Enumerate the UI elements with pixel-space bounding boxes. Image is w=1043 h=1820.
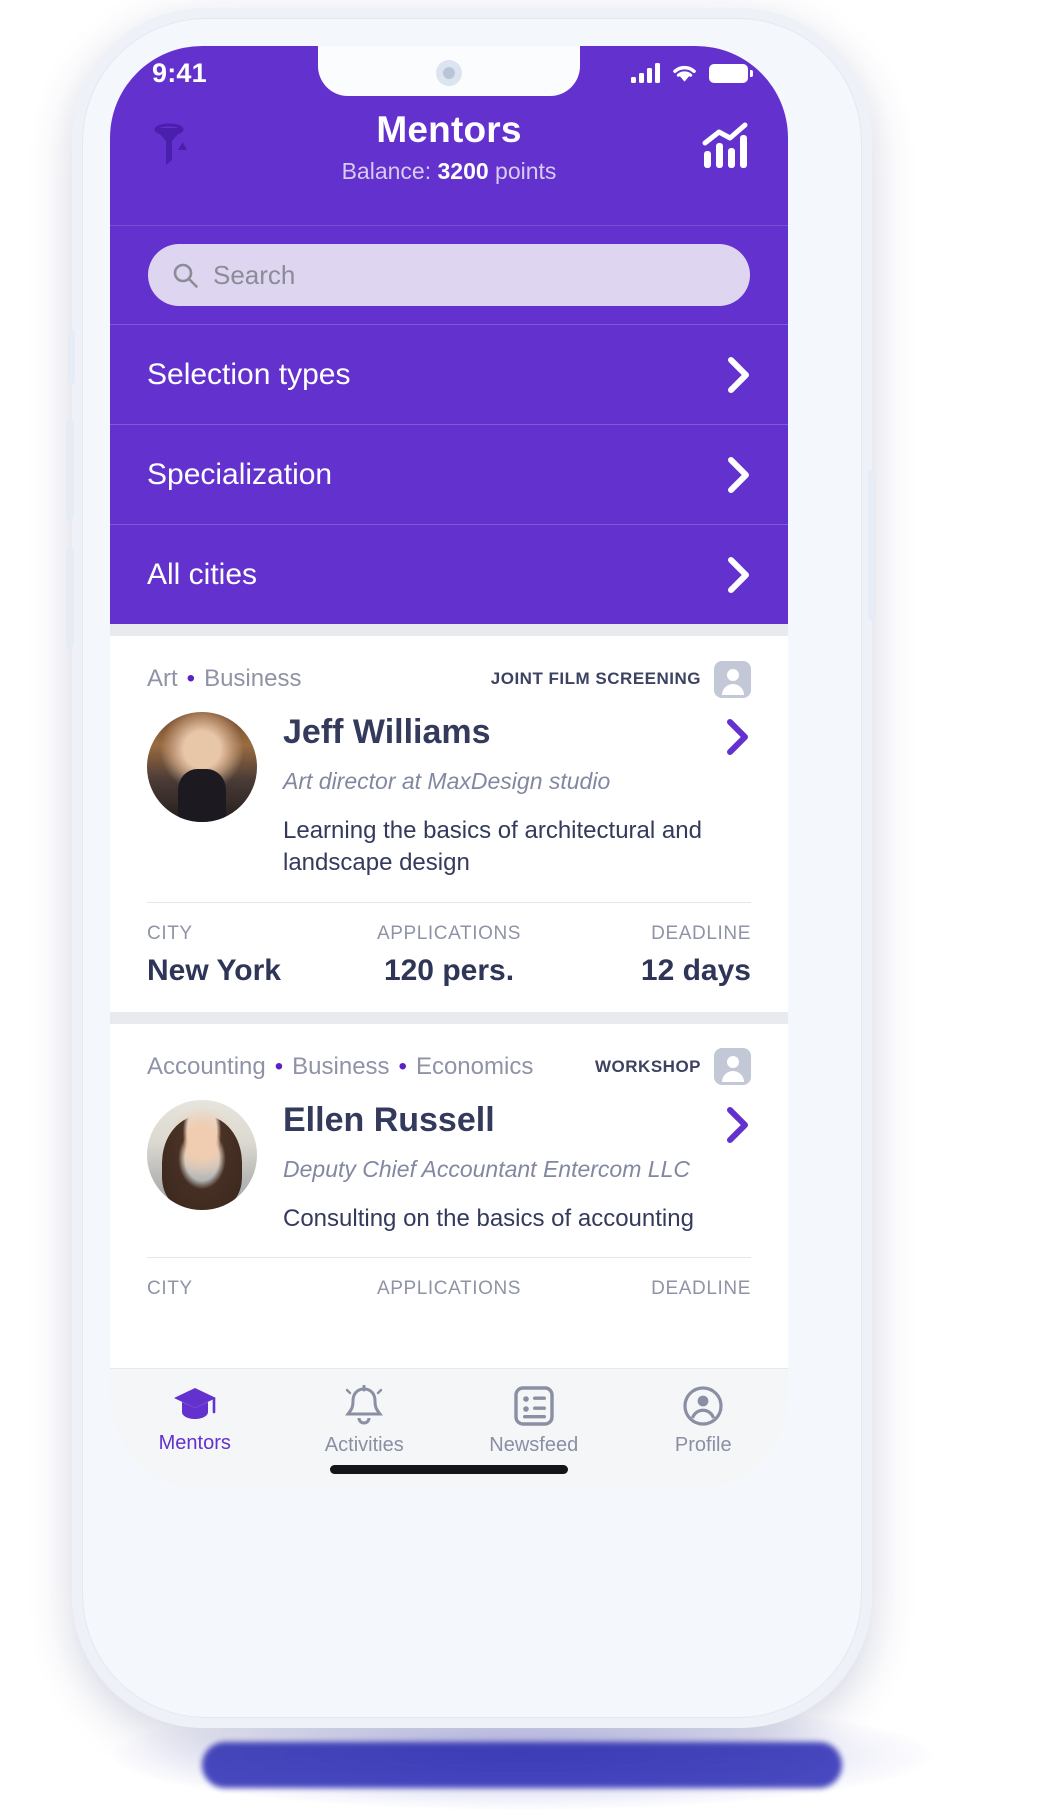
filter-row-all-cities[interactable]: All cities [110,524,788,624]
stat-label: APPLICATIONS [376,922,522,944]
tab-label: Activities [324,1434,404,1456]
filter-label: All cities [147,557,258,591]
mentor-card-2[interactable]: Accounting • Business • Economics WORKSH… [110,1023,788,1324]
stat-deadline: DEADLINE 12 days [550,923,751,988]
chevron-right-icon[interactable] [725,1106,751,1144]
stat-value: New York [147,953,281,987]
device-shadow-bar [201,1742,842,1788]
tab-profile[interactable]: Profile [628,1385,778,1457]
stat-deadline: DEADLINE [550,1278,751,1300]
stat-city: CITY [147,1278,348,1300]
balance-suffix: points [488,157,557,184]
status-bar-clock: 9:41 [152,57,207,88]
filter-list: Selection types Specialization All citie… [110,324,788,1324]
search-placeholder: Search [213,259,296,290]
mentor-card-1[interactable]: Art • Business JOINT FILM SCREENING Jeff… [110,636,788,1012]
balance-text: Balance: 3200 points [200,154,698,189]
mute-switch[interactable] [68,330,75,384]
screenshot-stage: 9:41 Mentors Balance: 3200 points Search… [0,0,1043,1820]
stat-label: DEADLINE [651,1277,751,1299]
stat-city: CITY New York [147,923,348,988]
battery-icon [709,64,753,83]
stat-label: APPLICATIONS [376,1277,522,1299]
mentor-name: Jeff Williams [283,713,491,751]
tag-separator-dot: • [186,665,196,692]
tag: Business [292,1052,390,1080]
card-tags: Accounting • Business • Economics [147,1053,533,1081]
card-divider-band [110,1011,788,1024]
chevron-right-icon[interactable] [725,718,751,756]
filter-label: Selection types [147,357,351,391]
wifi-icon [673,66,696,82]
stat-value: 12 days [640,953,751,987]
tag-separator-dot: • [398,1052,407,1080]
card-tags: Art • Business [147,665,301,693]
balance-prefix: Balance: [341,157,438,184]
tag-separator-dot: • [274,1052,284,1080]
stat-label: CITY [147,922,193,944]
phone-screen: 9:41 Mentors Balance: 3200 points Search… [110,46,788,1490]
list-icon [514,1386,554,1426]
filter-row-specialization[interactable]: Specialization [110,424,788,524]
tab-label: Newsfeed [489,1434,579,1456]
graduation-cap-icon [173,1388,216,1419]
volume-down-button[interactable] [66,548,74,648]
status-badge: JOINT FILM SCREENING [490,669,701,688]
search-input[interactable]: Search [148,244,750,306]
filter-label: Specialization [147,457,333,491]
volume-up-button[interactable] [66,420,74,520]
bell-icon [345,1385,384,1425]
stat-value: 120 pers. [383,953,515,987]
mentor-avatar [147,712,257,822]
tab-activities[interactable]: Activities [289,1385,439,1457]
mentor-name: Ellen Russell [283,1100,495,1139]
chart-icon[interactable] [698,118,754,174]
stat-applications: APPLICATIONS 120 pers. [348,923,549,988]
filter-icon[interactable] [144,118,200,174]
tab-label: Profile [674,1434,732,1456]
section-divider [110,624,788,636]
tab-label: Mentors [158,1432,231,1454]
stat-applications: APPLICATIONS [348,1278,549,1300]
user-circle-icon [683,1386,723,1426]
front-camera-icon [436,60,462,86]
card-stats: CITY New York APPLICATIONS 120 pers. DEA… [147,903,751,1012]
mentor-role: Art director at MaxDesign studio [283,768,611,794]
home-indicator[interactable] [330,1465,568,1474]
tab-newsfeed[interactable]: Newsfeed [459,1385,609,1457]
mentor-role: Deputy Chief Accountant Entercom LLC [283,1155,690,1182]
tag: Accounting [147,1052,266,1080]
stat-label: CITY [147,1277,193,1299]
power-button[interactable] [868,470,876,620]
search-section: Search [110,225,788,324]
balance-value: 3200 [437,157,489,184]
mentor-description: Learning the basics of architectural and… [283,816,702,877]
mentor-avatar [147,1099,257,1210]
filter-row-selection-types[interactable]: Selection types [110,324,788,424]
tag: Business [204,665,302,692]
mentor-description: Consulting on the basics of accounting [283,1204,694,1232]
tab-mentors[interactable]: Mentors [120,1385,270,1455]
page-title: Mentors [376,109,522,150]
person-square-icon [714,660,751,698]
tag: Art [147,665,178,692]
signal-icon [631,63,660,83]
stat-label: DEADLINE [651,922,751,944]
device-notch [318,46,580,96]
chevron-right-icon [728,356,749,393]
chevron-right-icon [728,556,749,593]
chevron-right-icon [728,456,749,493]
tag: Economics [415,1052,534,1080]
person-square-icon [714,1048,751,1086]
card-stats: CITY APPLICATIONS DEADLINE [147,1258,751,1324]
status-badge: WORKSHOP [595,1056,701,1076]
search-icon [173,263,198,288]
